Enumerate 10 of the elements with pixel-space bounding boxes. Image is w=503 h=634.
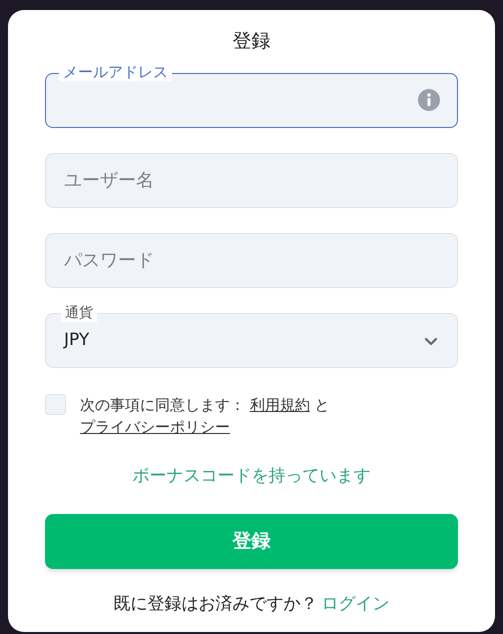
info-icon[interactable]	[418, 89, 440, 111]
privacy-policy-link[interactable]: プライバシーポリシー	[80, 418, 230, 436]
login-prompt: 既に登録はお済みですか？	[114, 592, 318, 616]
consent-checkbox[interactable]	[45, 394, 66, 415]
terms-link[interactable]: 利用規約	[250, 396, 310, 414]
field-label: メールアドレス	[59, 63, 172, 81]
field-label: 通貨	[61, 304, 97, 322]
select-value: JPY	[64, 328, 90, 352]
consent-text: 次の事項に同意します： 利用規約 と プライバシーポリシー	[80, 395, 331, 438]
dialog-title: 登録	[232, 29, 272, 54]
